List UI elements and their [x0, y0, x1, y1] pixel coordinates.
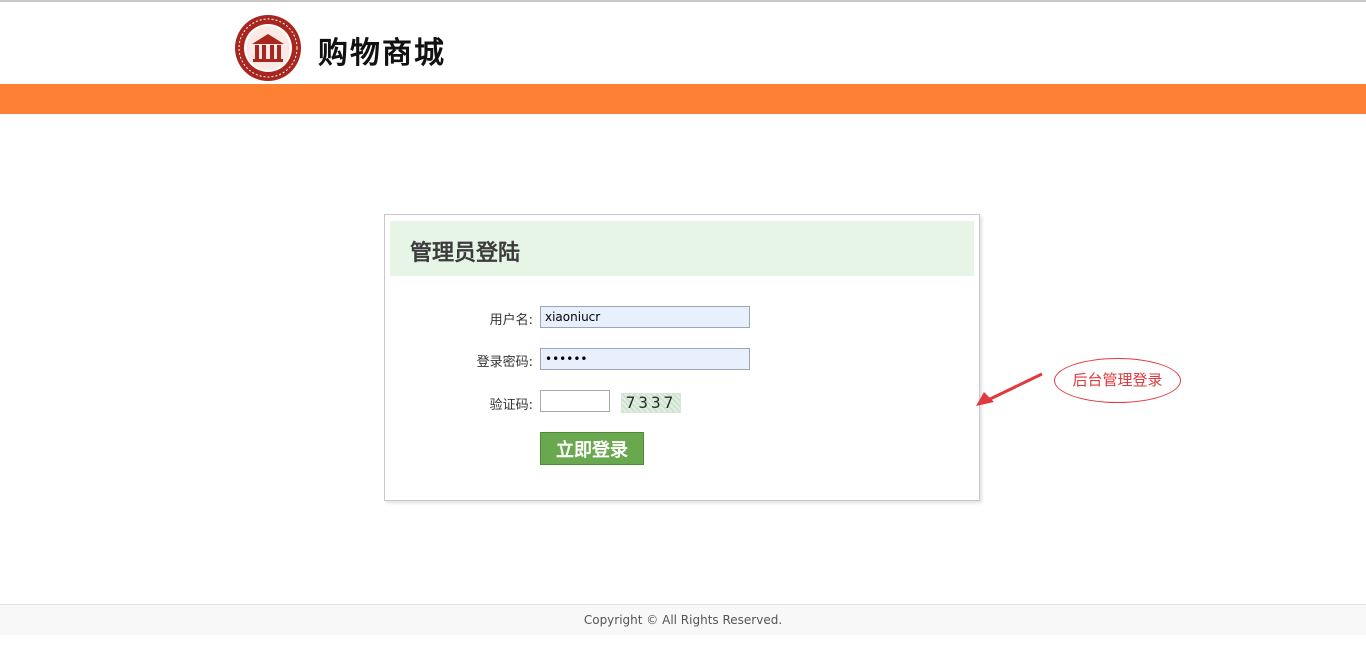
password-input[interactable]: [540, 348, 750, 370]
login-panel: 管理员登陆 用户名: 登录密码: 验证码: 7337 立即登录: [384, 214, 980, 501]
login-title: 管理员登陆: [410, 241, 521, 266]
site-header: 购物商城: [0, 2, 1366, 84]
page-footer: Copyright © All Rights Reserved.: [0, 604, 1366, 635]
captcha-label: 验证码:: [489, 398, 533, 413]
login-submit-button[interactable]: 立即登录: [540, 432, 644, 465]
copyright-text: Copyright © All Rights Reserved.: [583, 613, 783, 627]
username-input[interactable]: [540, 306, 750, 328]
nav-bar: [0, 84, 1366, 114]
password-label: 登录密码:: [476, 355, 533, 370]
site-title: 购物商城: [318, 36, 446, 71]
captcha-input[interactable]: [540, 390, 610, 412]
annotation-arrow-icon: [976, 372, 1043, 406]
login-header: 管理员登陆: [390, 221, 974, 276]
university-seal-logo-icon[interactable]: [234, 14, 302, 82]
username-label: 用户名:: [489, 313, 533, 328]
captcha-image[interactable]: 7337: [621, 393, 681, 413]
admin-login-annotation: 后台管理登录: [1054, 358, 1181, 403]
